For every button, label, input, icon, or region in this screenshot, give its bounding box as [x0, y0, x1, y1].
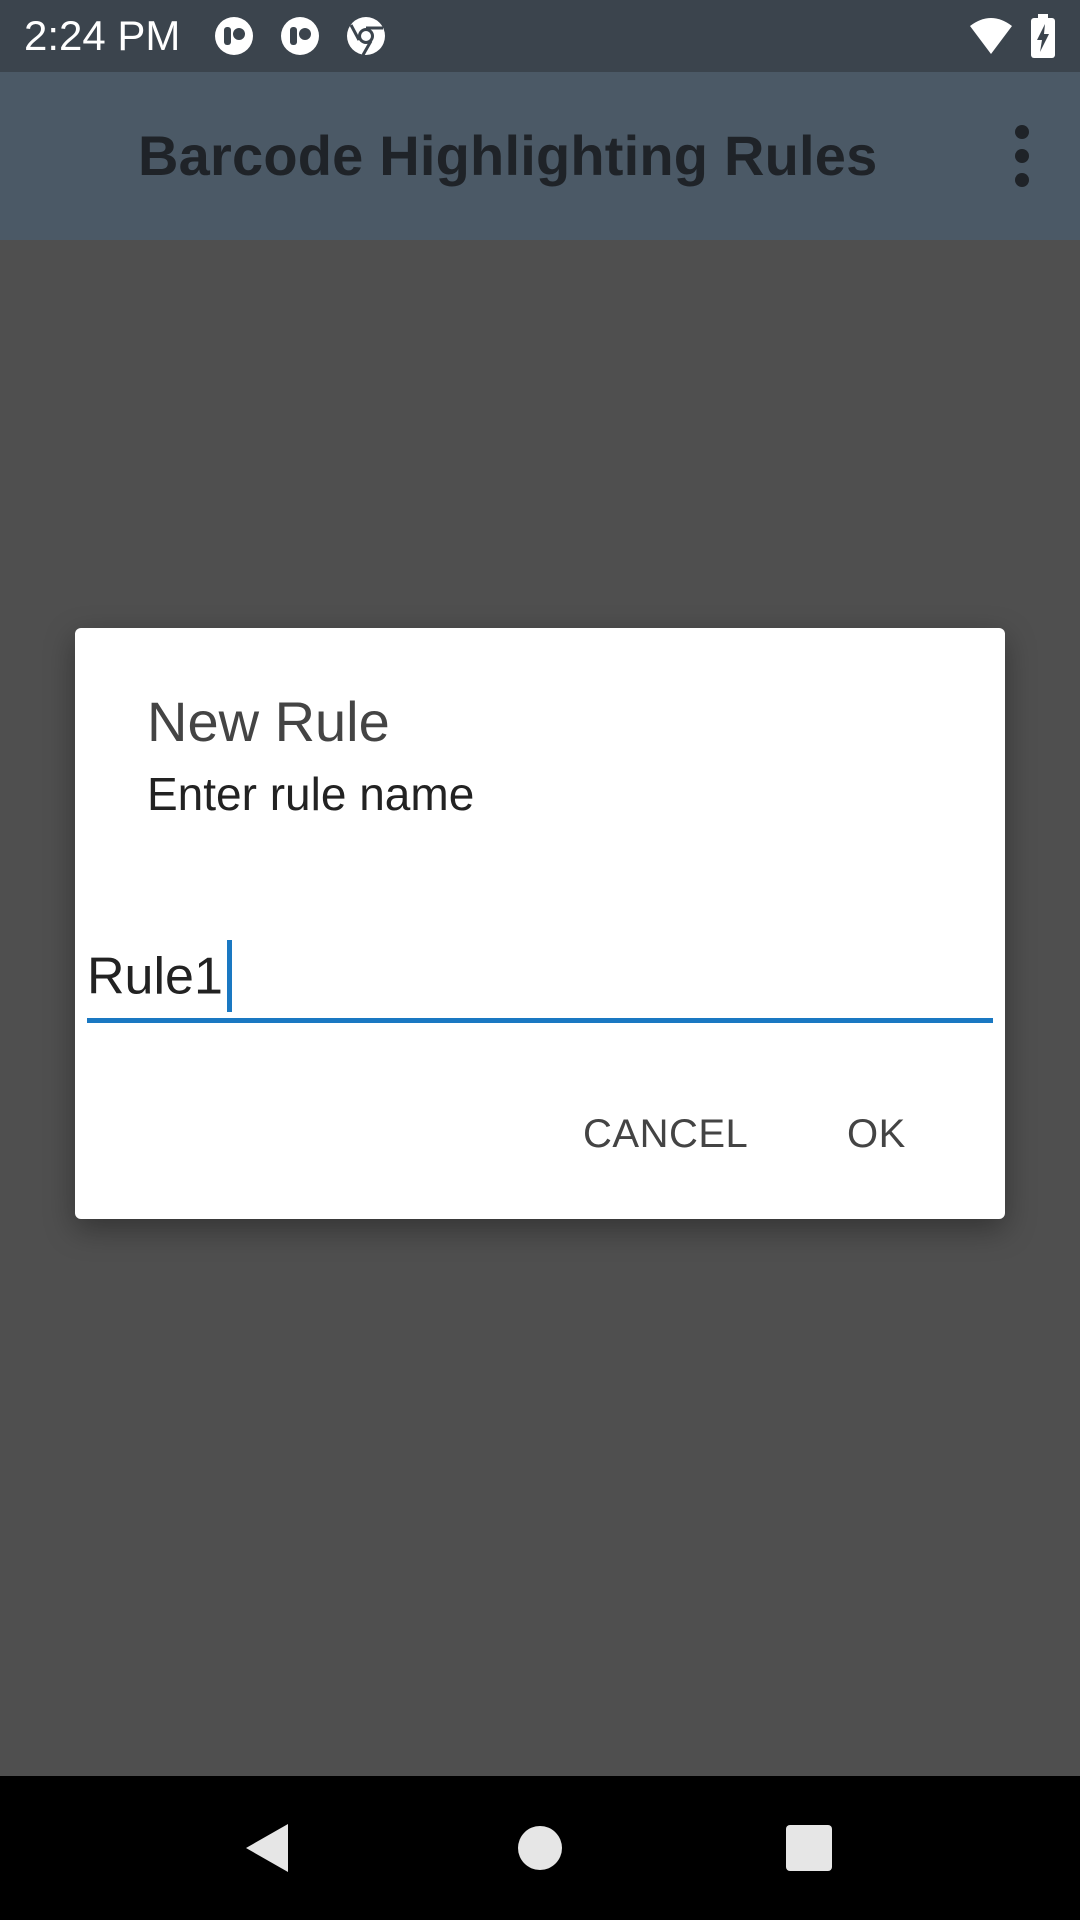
- rule-name-input[interactable]: Rule1: [87, 940, 993, 1023]
- status-bar: 2:24 PM 4: [0, 0, 1080, 72]
- wifi-icon: 4: [970, 18, 1012, 54]
- text-cursor: [226, 940, 232, 1012]
- back-icon[interactable]: [226, 1806, 310, 1890]
- rule-name-value: Rule1: [87, 940, 232, 1016]
- status-time: 2:24 PM: [24, 12, 181, 59]
- battery-charging-icon: [1031, 14, 1055, 58]
- screen: 2:24 PM 4 Barcode Highlighting Rules New…: [0, 0, 1080, 1920]
- wifi-badge: 4: [998, 34, 1008, 54]
- dialog-message: Enter rule name: [147, 768, 475, 820]
- dialog-title: New Rule: [147, 690, 390, 753]
- chrome-icon: [347, 17, 385, 56]
- cancel-button[interactable]: CANCEL: [573, 1098, 758, 1170]
- app-title: Barcode Highlighting Rules: [138, 124, 878, 187]
- overflow-menu-button[interactable]: [986, 116, 1058, 196]
- new-rule-dialog: New Rule Enter rule name Rule1 CANCEL OK: [75, 628, 1005, 1219]
- rule-name-text: Rule1: [87, 947, 223, 1006]
- ok-button[interactable]: OK: [837, 1098, 916, 1170]
- navigation-bar: [0, 1776, 1080, 1920]
- recents-icon[interactable]: [767, 1806, 851, 1890]
- app-notification-icon: [215, 17, 253, 55]
- home-icon[interactable]: [498, 1806, 582, 1890]
- more-vert-icon: [1015, 125, 1029, 187]
- app-notification-icon: [281, 17, 319, 55]
- app-bar: Barcode Highlighting Rules: [0, 72, 1080, 240]
